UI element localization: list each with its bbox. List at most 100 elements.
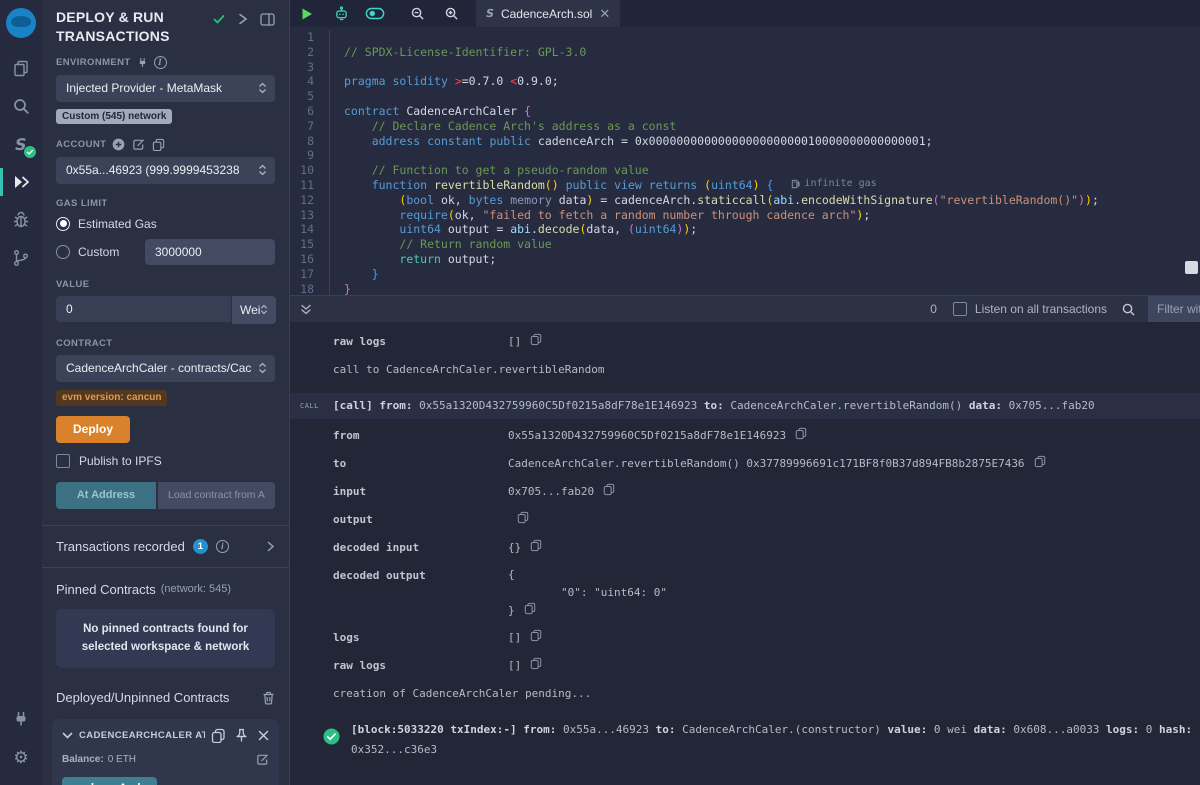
code-line: 4pragma solidity >=0.7.0 <0.9.0; bbox=[290, 74, 1200, 89]
terminal-header: 0 Listen on all transactions bbox=[290, 295, 1200, 322]
deploy-run-icon[interactable] bbox=[0, 164, 42, 200]
icon-rail: S ⚙ bbox=[0, 0, 42, 785]
at-address-button[interactable]: At Address bbox=[56, 482, 156, 509]
remixai-robot-icon[interactable] bbox=[324, 0, 358, 27]
chevron-down-icon[interactable] bbox=[62, 732, 73, 740]
code-line: 17 } bbox=[290, 267, 1200, 282]
copy-icon[interactable] bbox=[530, 628, 542, 648]
code-line: 12 (bool ok, bytes memory data) = cadenc… bbox=[290, 193, 1200, 208]
clear-deployed-icon[interactable] bbox=[262, 691, 275, 705]
code-line: 15 // Return random value bbox=[290, 237, 1200, 252]
deploy-button[interactable]: Deploy bbox=[56, 416, 130, 443]
publish-ipfs-checkbox[interactable] bbox=[56, 454, 70, 468]
plug-icon[interactable] bbox=[137, 57, 148, 68]
solidity-compiler-icon[interactable]: S bbox=[0, 126, 42, 162]
log-value bbox=[508, 513, 529, 526]
compile-ok-icon bbox=[212, 12, 226, 26]
publish-ipfs-label: Publish to IPFS bbox=[79, 454, 162, 468]
run-script-icon[interactable] bbox=[238, 13, 248, 25]
remix-logo[interactable] bbox=[6, 8, 36, 38]
plugin-manager-icon[interactable] bbox=[0, 701, 42, 737]
pin-contract-icon[interactable] bbox=[235, 728, 248, 743]
debugger-icon[interactable] bbox=[0, 202, 42, 238]
main-area: S CadenceArch.sol ✕ 12// SPDX-License-Id… bbox=[290, 0, 1200, 785]
log-label: raw logs bbox=[333, 332, 508, 352]
terminal-filter-input[interactable] bbox=[1148, 296, 1200, 323]
environment-info-icon[interactable] bbox=[154, 56, 167, 69]
value-input[interactable] bbox=[56, 296, 231, 322]
edit-balance-icon[interactable] bbox=[256, 753, 269, 766]
value-unit-select[interactable]: Wei bbox=[232, 296, 276, 324]
log-value: [] bbox=[508, 659, 542, 672]
copy-icon[interactable] bbox=[603, 482, 615, 502]
file-explorer-icon[interactable] bbox=[0, 50, 42, 86]
tx-block-row[interactable]: [block:5033220 txIndex:-] from: 0x55a...… bbox=[323, 720, 1200, 760]
collapse-terminal-icon[interactable] bbox=[300, 303, 312, 316]
copy-icon[interactable] bbox=[795, 426, 807, 446]
estimated-gas-radio[interactable] bbox=[56, 217, 70, 231]
account-value: 0x55a...46923 (999.9999453238 bbox=[66, 163, 258, 177]
log-label: raw logs bbox=[333, 656, 508, 676]
add-account-icon[interactable] bbox=[112, 138, 125, 151]
code-line: 18} bbox=[290, 282, 1200, 295]
copy-icon[interactable] bbox=[530, 656, 542, 676]
terminal[interactable]: raw logs[]call to CadenceArchCaler.rever… bbox=[290, 322, 1200, 785]
custom-gas-radio[interactable] bbox=[56, 245, 70, 259]
run-compile-icon[interactable] bbox=[290, 0, 324, 27]
log-value: CadenceArchCaler.revertibleRandom() 0x37… bbox=[508, 457, 1046, 470]
deployed-contract-title[interactable]: CADENCEARCHCALER AT 0X bbox=[79, 730, 205, 741]
editor-scrollbar-thumb[interactable] bbox=[1185, 261, 1198, 274]
terminal-kv-row: input0x705...fab20 bbox=[333, 482, 1200, 502]
settings-icon[interactable]: ⚙ bbox=[0, 739, 42, 775]
custom-gas-input[interactable] bbox=[145, 239, 275, 265]
code-line: 11 function revertibleRandom() public vi… bbox=[290, 178, 1200, 193]
copy-icon[interactable] bbox=[530, 332, 542, 352]
code-text: // Declare Cadence Arch's address as a c… bbox=[344, 119, 676, 134]
copilot-toggle-icon[interactable] bbox=[358, 0, 392, 27]
copy-address-icon[interactable] bbox=[211, 728, 225, 743]
gear-glyph: ⚙ bbox=[13, 749, 28, 766]
sign-message-icon[interactable] bbox=[132, 138, 145, 151]
call-log-row[interactable]: call[call] from: 0x55a1320D432759960C5Df… bbox=[290, 393, 1200, 419]
line-number: 4 bbox=[290, 74, 330, 89]
transactions-expand-icon[interactable] bbox=[267, 541, 275, 552]
zoom-out-icon[interactable] bbox=[400, 0, 434, 27]
line-number: 18 bbox=[290, 282, 330, 295]
listen-all-checkbox[interactable] bbox=[953, 302, 967, 316]
line-number: 9 bbox=[290, 148, 330, 163]
pin-panel-icon[interactable] bbox=[260, 13, 275, 26]
transactions-info-icon[interactable] bbox=[216, 540, 229, 553]
log-label: decoded input bbox=[333, 538, 508, 558]
line-number: 3 bbox=[290, 60, 330, 75]
search-icon[interactable] bbox=[0, 88, 42, 124]
close-tab-icon[interactable]: ✕ bbox=[599, 7, 610, 20]
copy-icon[interactable] bbox=[530, 538, 542, 558]
environment-select[interactable]: Injected Provider - MetaMask bbox=[56, 75, 275, 102]
stepper-icon bbox=[260, 304, 268, 315]
git-icon[interactable] bbox=[0, 240, 42, 276]
tab-cadencearch[interactable]: S CadenceArch.sol ✕ bbox=[476, 0, 620, 27]
remove-contract-icon[interactable] bbox=[258, 730, 269, 741]
code-line: 3 bbox=[290, 60, 1200, 75]
transactions-recorded-label: Transactions recorded bbox=[56, 539, 185, 554]
line-number: 16 bbox=[290, 252, 330, 267]
account-select[interactable]: 0x55a...46923 (999.9999453238 bbox=[56, 157, 275, 184]
code-line: 5 bbox=[290, 89, 1200, 104]
log-label: logs bbox=[333, 628, 508, 648]
copy-account-icon[interactable] bbox=[152, 138, 165, 151]
at-address-input[interactable] bbox=[158, 482, 275, 509]
code-text: } bbox=[344, 267, 379, 282]
pinned-network-label: (network: 545) bbox=[161, 583, 231, 595]
cadencearch-function-button[interactable]: cadenceArch bbox=[62, 777, 157, 785]
code-editor[interactable]: 12// SPDX-License-Identifier: GPL-3.034p… bbox=[290, 27, 1200, 295]
copy-icon[interactable] bbox=[524, 602, 536, 620]
code-text: // SPDX-License-Identifier: GPL-3.0 bbox=[344, 45, 586, 60]
zoom-in-icon[interactable] bbox=[434, 0, 468, 27]
tab-label: CadenceArch.sol bbox=[501, 7, 592, 21]
line-number: 5 bbox=[290, 89, 330, 104]
copy-icon[interactable] bbox=[1034, 454, 1046, 474]
copy-icon[interactable] bbox=[517, 510, 529, 530]
contract-select[interactable]: CadenceArchCaler - contracts/Cac bbox=[56, 355, 275, 382]
call-log-text: [call] from: 0x55a1320D432759960C5Df0215… bbox=[333, 396, 1095, 416]
code-text: address constant public cadenceArch = 0x… bbox=[344, 134, 933, 149]
